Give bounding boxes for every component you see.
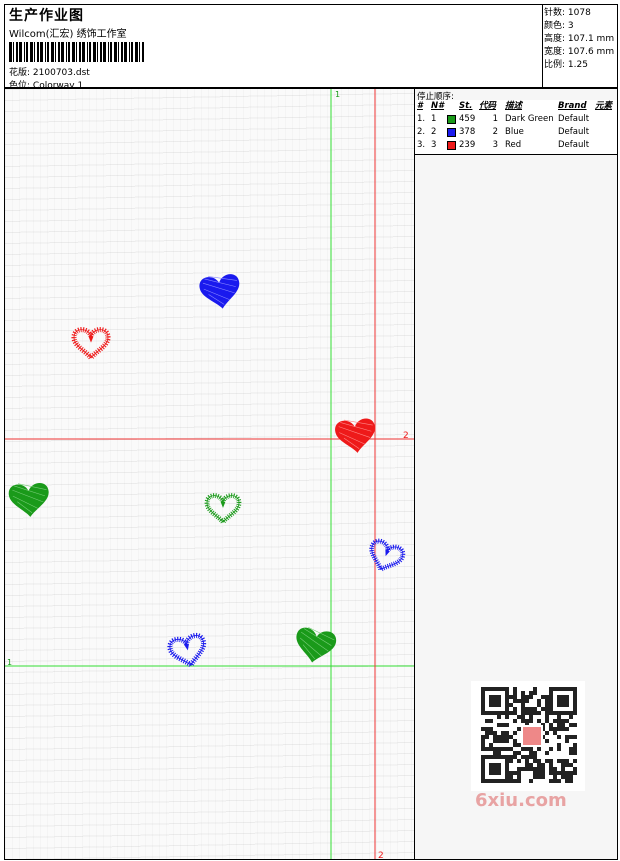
col-header-brand: Brand [558,101,587,111]
company-name: Wilcom(汇宏) 绣饰工作室 [9,29,127,40]
header-panel: 生产作业图 Wilcom(汇宏) 绣饰工作室 花版: 2100703.dst 色… [4,4,543,91]
row-code: 1 [492,114,498,124]
design-svg: 1 1 2 2 [5,89,414,860]
color-swatch [447,141,456,150]
col-header-index: # [417,101,423,111]
design-file-label: 花版: [9,68,31,78]
color-swatch [447,128,456,137]
heart-green-filled-left [8,482,51,519]
color-swatch [447,115,456,124]
stat-colors: 颜色: 3 [544,21,574,31]
heart-red-filled [334,417,378,455]
col-header-stitches: St. [459,101,473,111]
heart-blue-filled [198,272,243,312]
design-file-value: 2100703.dst [32,68,90,78]
guide-red-v-label: 2 [378,851,384,860]
stat-scale: 比例: 1.25 [544,60,588,70]
heart-red-outline [74,330,108,358]
row-brand: Default [558,127,590,137]
row-needle: 1 [431,114,437,124]
stats-panel: 针数: 1078 颜色: 3 高度: 107.1 mm 宽度: 107.6 mm… [542,4,618,88]
col-header-number: N# [431,101,445,111]
row-index: 2. [417,127,426,137]
col-header-code: 代码 [479,101,497,111]
col-header-element: 元素 [595,101,613,111]
row-index: 3. [417,140,426,150]
design-canvas[interactable]: 1 1 2 2 [4,88,415,860]
table-row[interactable]: 3. 3 239 3 Red Default [415,139,617,152]
stat-stitches: 针数: 1078 [544,8,591,18]
row-code: 3 [492,140,498,150]
row-description: Red [505,140,522,150]
table-header-row: # N# St. 代码 描述 Brand 元素 [415,100,617,113]
row-stitches: 459 [459,114,476,124]
row-needle: 2 [431,127,437,137]
guide-green-v-label: 1 [335,90,340,99]
row-brand: Default [558,114,590,124]
row-description: Dark Green [505,114,554,124]
qr-code [471,681,585,791]
col-header-description: 描述 [505,101,523,111]
stat-height: 高度: 107.1 mm [544,34,615,44]
design-file-line: 花版: 2100703.dst [9,65,90,78]
row-index: 1. [417,114,426,124]
page-title: 生产作业图 [9,8,84,24]
heart-blue-outline-bottom [169,634,208,669]
table-row[interactable]: 2. 2 378 2 Blue Default [415,126,617,139]
heart-green-outline [207,496,239,523]
heart-blue-outline-right [366,539,405,575]
row-brand: Default [558,140,590,150]
barcode [9,42,144,62]
guide-green-h-label: 1 [7,658,12,667]
row-stitches: 378 [459,127,476,137]
row-needle: 3 [431,140,437,150]
row-code: 2 [492,127,498,137]
watermark-text: 6xiu.com [475,790,567,811]
row-description: Blue [505,127,524,137]
stop-sequence-table: # N# St. 代码 描述 Brand 元素 1. 1 459 1 Dark Gree… [415,100,617,155]
guide-red-h-label: 2 [403,431,409,441]
table-row[interactable]: 1. 1 459 1 Dark Green Default [415,113,617,126]
row-stitches: 239 [459,140,476,150]
stat-width: 宽度: 107.6 mm [544,47,615,57]
